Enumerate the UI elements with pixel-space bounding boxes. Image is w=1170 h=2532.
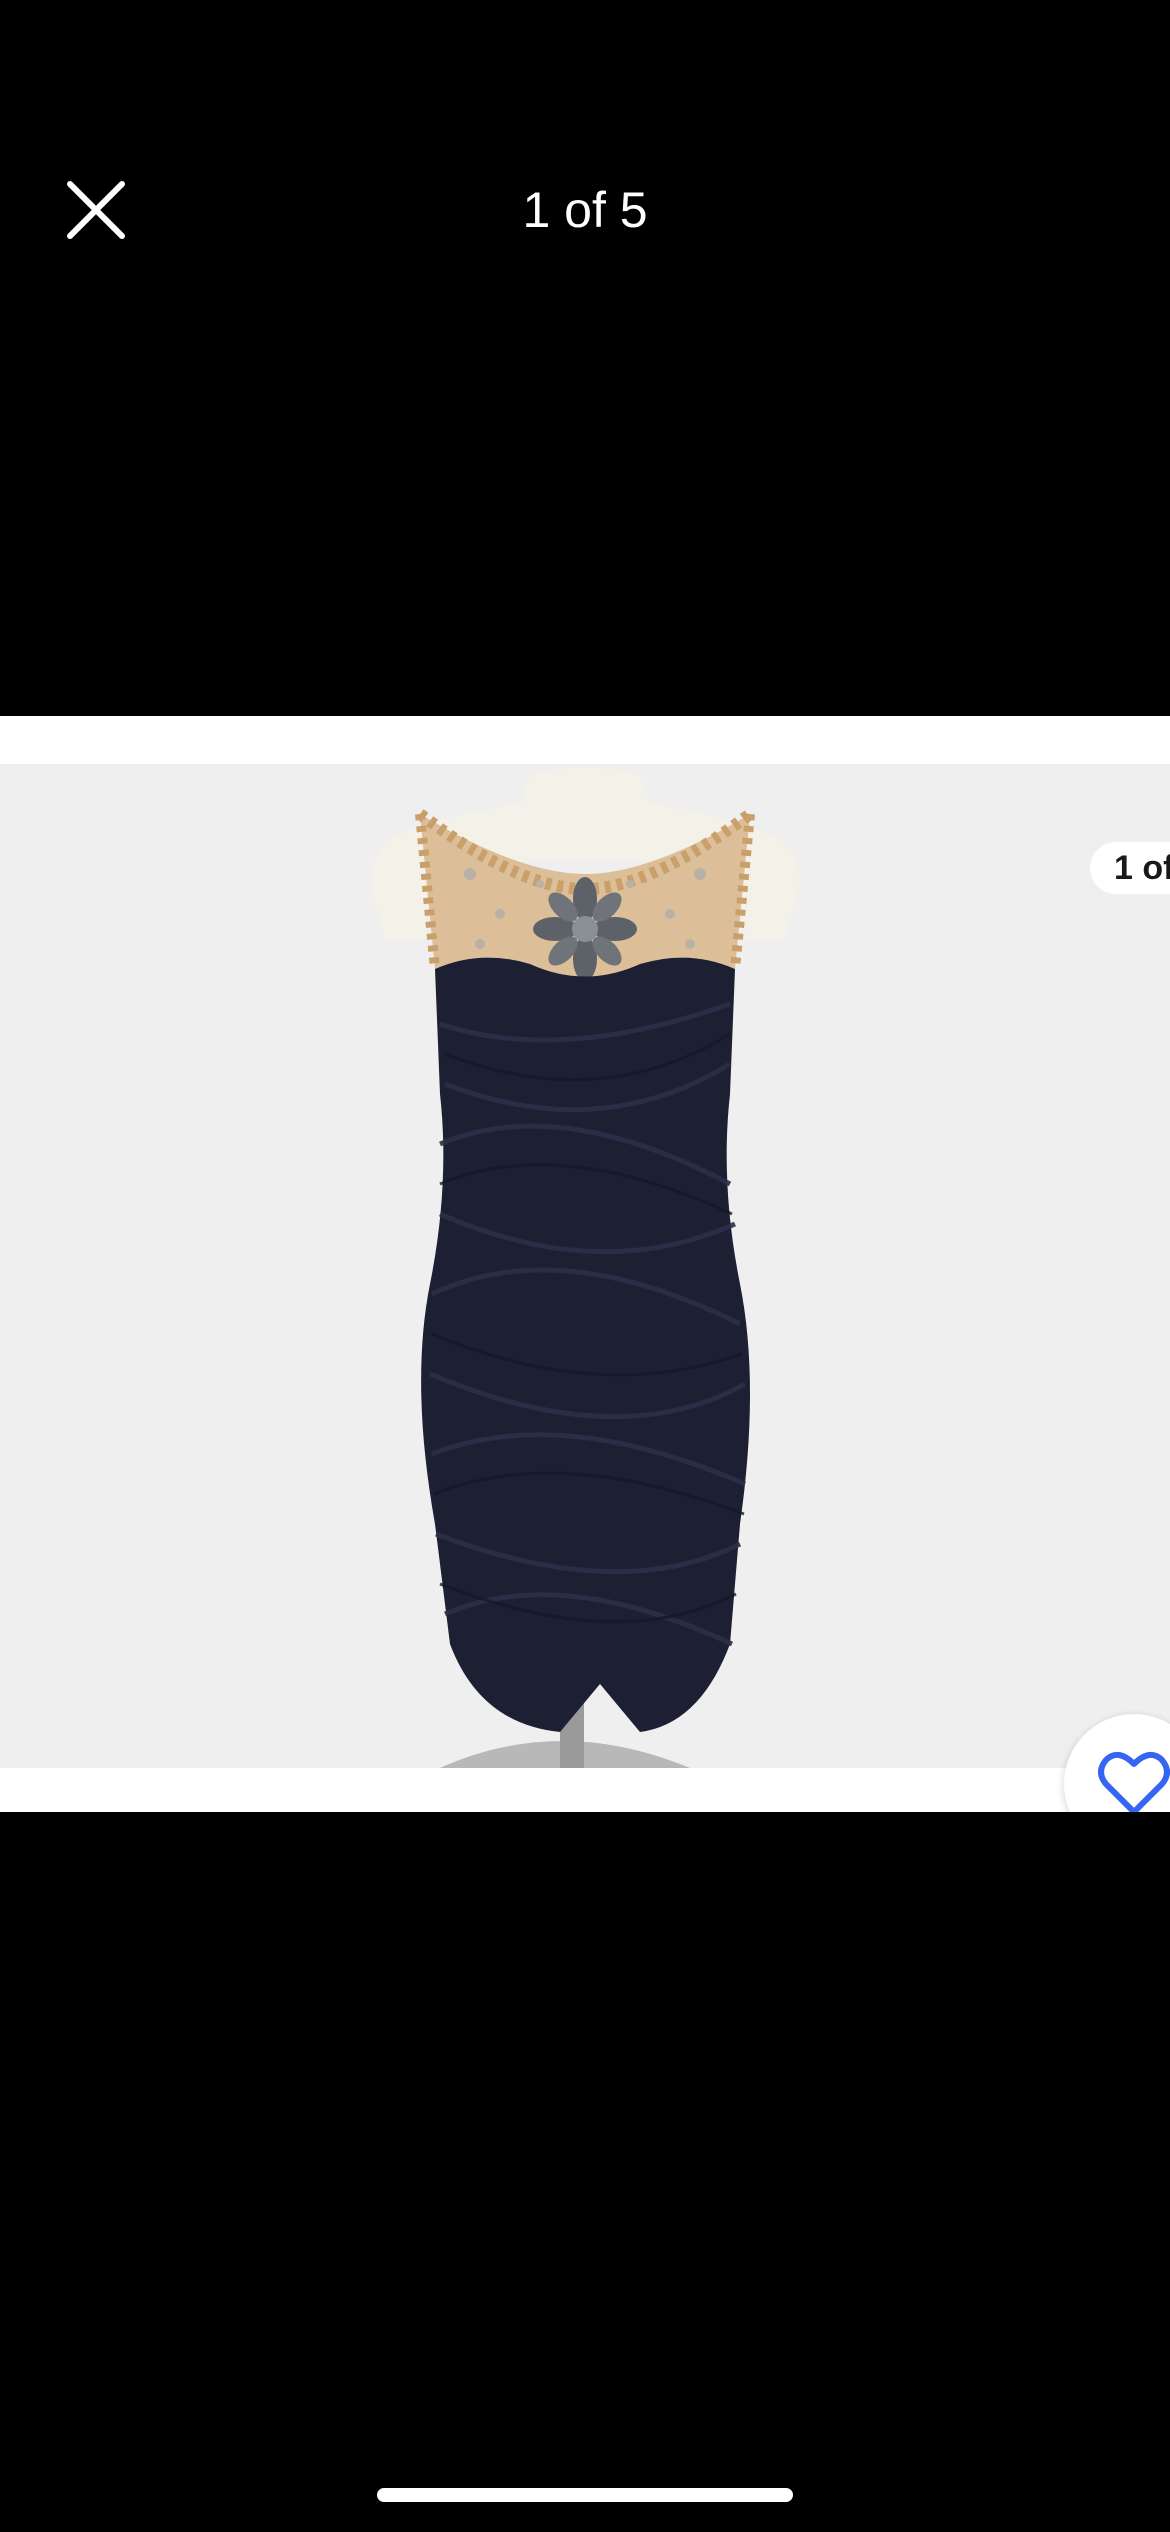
photo-counter-badge: 1 of 5 (1090, 842, 1170, 894)
gallery-header: 1 of 5 (0, 150, 1170, 270)
dress-photo-illustration (0, 764, 1170, 1768)
product-photo[interactable]: 1 of 5 (0, 764, 1170, 1768)
image-viewer[interactable]: 1 of 5 (0, 716, 1170, 1812)
image-counter: 1 of 5 (522, 182, 648, 238)
home-indicator[interactable] (377, 2488, 793, 2502)
image-gallery-screen: 1 of 5 1 of (0, 0, 1170, 2532)
heart-outline-icon (1098, 1751, 1170, 1812)
